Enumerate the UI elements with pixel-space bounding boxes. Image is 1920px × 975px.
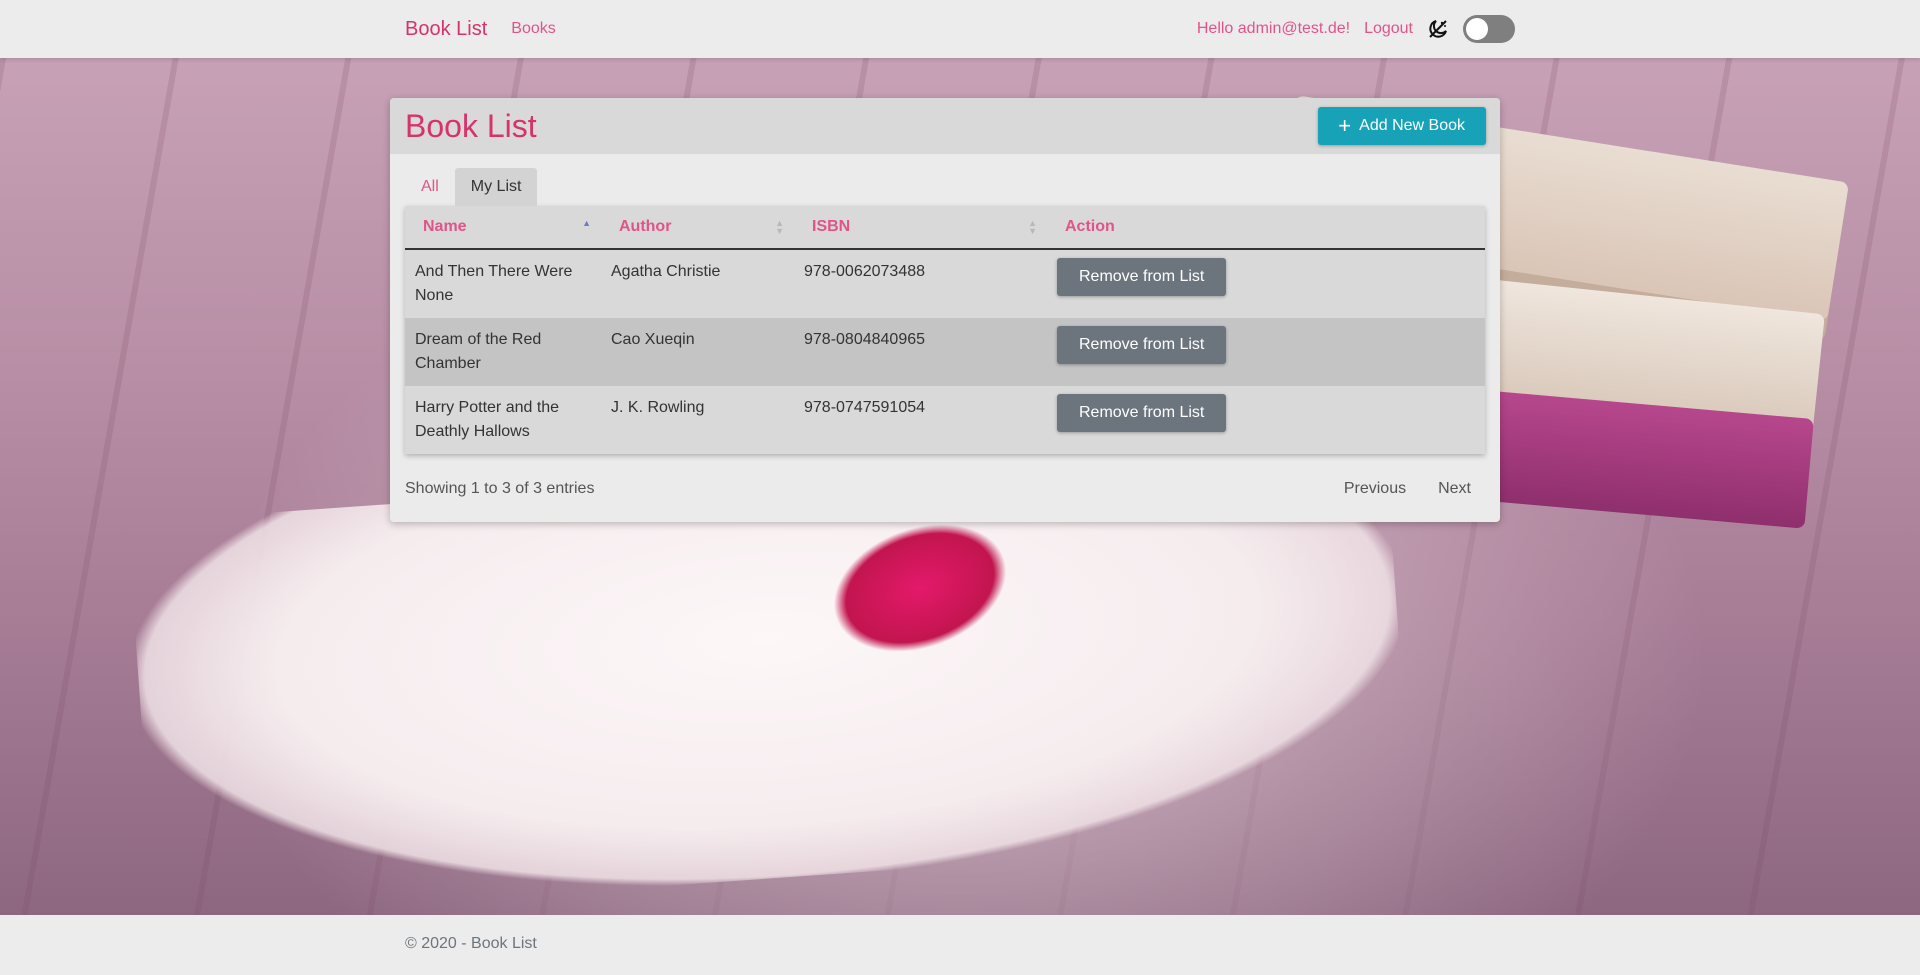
cell-isbn: 978-0804840965 (804, 331, 926, 348)
table-row: Dream of the Red Chamber Cao Xueqin 978-… (405, 318, 1485, 386)
navbar: Book List Books Hello admin@test.de! Log… (0, 0, 1920, 58)
remove-from-list-button[interactable]: Remove from List (1057, 258, 1227, 296)
footer-copyright: © 2020 - Book List (405, 935, 537, 952)
logout-link[interactable]: Logout (1364, 20, 1413, 38)
cell-name: Dream of the Red Chamber (415, 331, 542, 372)
list-tabs: All My List (405, 168, 1485, 206)
books-table: Name ▲ Author ▲ ▼ ISBN ▲ ▼ Action And Th… (405, 206, 1485, 454)
moon-off-icon (1427, 18, 1449, 40)
table-row: Harry Potter and the Deathly Hallows J. … (405, 386, 1485, 454)
add-new-book-button[interactable]: + Add New Book (1318, 107, 1486, 145)
table-header-row: Name ▲ Author ▲ ▼ ISBN ▲ ▼ Action (405, 206, 1485, 250)
column-header-action: Action (1047, 206, 1485, 250)
card-header: Book List + Add New Book (390, 98, 1500, 154)
card-body: All My List Name ▲ Author ▲ ▼ ISBN ▲ ▼ A… (390, 154, 1500, 522)
cell-author: Agatha Christie (611, 263, 721, 280)
table-info: Showing 1 to 3 of 3 entries (405, 480, 595, 497)
remove-from-list-button[interactable]: Remove from List (1057, 394, 1227, 432)
cell-isbn: 978-0747591054 (804, 399, 926, 416)
dark-mode-toggle[interactable] (1463, 15, 1515, 43)
navbar-inner: Book List Books Hello admin@test.de! Log… (405, 0, 1515, 58)
pagination-next[interactable]: Next (1424, 472, 1485, 506)
toggle-knob (1466, 18, 1488, 40)
column-header-label: Name (423, 218, 467, 235)
column-header-isbn[interactable]: ISBN ▲ ▼ (794, 206, 1047, 250)
cell-name: Harry Potter and the Deathly Hallows (415, 399, 560, 440)
nav-link-books[interactable]: Books (511, 20, 555, 38)
cell-action: Remove from List (1047, 249, 1485, 318)
pagination: Previous Next (1330, 472, 1485, 506)
brand-link[interactable]: Book List (405, 18, 487, 41)
sort-both-icon: ▲ ▼ (775, 218, 784, 236)
column-header-label: Author (619, 218, 672, 235)
tab-all[interactable]: All (405, 168, 455, 206)
book-list-card: Book List + Add New Book All My List Nam… (390, 98, 1500, 522)
sort-both-icon: ▲ ▼ (1028, 218, 1037, 236)
column-header-label: ISBN (812, 218, 851, 235)
user-greeting: Hello admin@test.de! (1196, 20, 1351, 37)
cell-author: Cao Xueqin (611, 331, 695, 348)
tab-my-list[interactable]: My List (454, 168, 538, 206)
navbar-right: Hello admin@test.de! Logout (1197, 15, 1515, 43)
cell-author: J. K. Rowling (611, 399, 705, 416)
column-header-author[interactable]: Author ▲ ▼ (601, 206, 794, 250)
add-new-book-label: Add New Book (1359, 117, 1465, 134)
remove-from-list-button[interactable]: Remove from List (1057, 326, 1227, 364)
column-header-name[interactable]: Name ▲ (405, 206, 601, 250)
table-row: And Then There Were None Agatha Christie… (405, 249, 1485, 318)
cell-action: Remove from List (1047, 318, 1485, 386)
books-table-container: Name ▲ Author ▲ ▼ ISBN ▲ ▼ Action And Th… (405, 206, 1485, 454)
plus-icon: + (1338, 113, 1352, 138)
page-title: Book List (405, 107, 537, 144)
pagination-previous[interactable]: Previous (1330, 472, 1420, 506)
cell-isbn: 978-0062073488 (804, 263, 926, 280)
page-footer: © 2020 - Book List (0, 915, 1920, 975)
table-footer: Showing 1 to 3 of 3 entries Previous Nex… (405, 454, 1485, 522)
sort-asc-icon: ▲ (582, 218, 591, 228)
cell-action: Remove from List (1047, 386, 1485, 454)
column-header-label: Action (1065, 218, 1115, 235)
cell-name: And Then There Were None (415, 263, 573, 304)
